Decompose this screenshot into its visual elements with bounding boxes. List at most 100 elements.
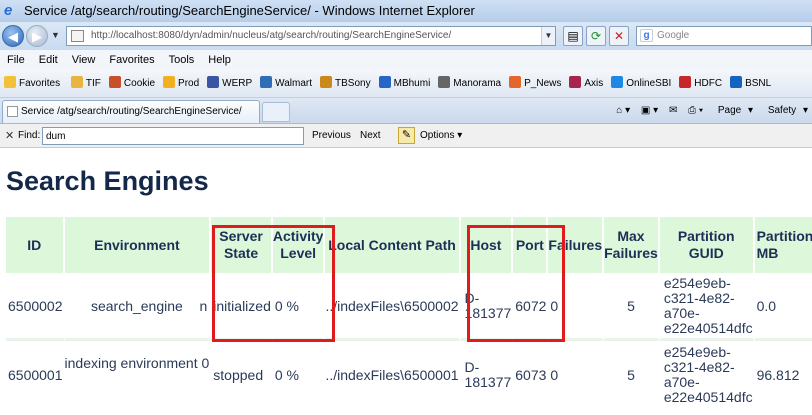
- refresh-icon[interactable]: ⟳: [586, 26, 606, 46]
- cell-local-content-path-text: ../indexFiles\6500001: [325, 367, 459, 383]
- cell-environment: indexing environment 0: [64, 341, 212, 409]
- search-input[interactable]: g Google: [636, 26, 812, 46]
- menu-edit[interactable]: Edit: [32, 50, 65, 70]
- favorite-label: Axis: [584, 78, 604, 89]
- favorite-label: P_News: [524, 78, 562, 89]
- favorite-icon: [509, 76, 522, 88]
- command-bar: ⌂ ▾ ▣ ▾ ✉ ⎙ ▾ Page ▾ Safety ▾: [612, 100, 812, 122]
- cell-activity-level: 0 %: [272, 341, 326, 409]
- cell-partition-mb: 0.0: [754, 273, 812, 341]
- cell-environment-text: search_engine: [90, 297, 183, 314]
- table-row: 6500002 search_engine n initialized 0 % …: [6, 273, 812, 341]
- page-menu-button[interactable]: Page ▾: [710, 100, 757, 122]
- search-placeholder: Google: [657, 30, 690, 41]
- browser-tab[interactable]: Service /atg/search/routing/SearchEngine…: [2, 100, 260, 123]
- address-dropdown-icon[interactable]: ▼: [541, 27, 555, 45]
- new-tab-button[interactable]: [262, 102, 290, 122]
- cell-partition-mb: 96.812: [754, 341, 812, 409]
- favorite-link[interactable]: Cookie: [105, 70, 159, 97]
- favorite-link[interactable]: P_News: [505, 70, 565, 97]
- pencil-icon[interactable]: ✎: [398, 127, 415, 144]
- star-icon: [4, 76, 16, 88]
- find-previous-button[interactable]: Previous: [312, 124, 351, 147]
- window-title: Service /atg/search/routing/SearchEngine…: [24, 3, 475, 18]
- favorite-link[interactable]: Walmart: [256, 70, 316, 97]
- compatibility-view-icon[interactable]: ▤: [563, 26, 583, 46]
- column-header-max-failures: Max Failures: [604, 217, 660, 273]
- favorite-link[interactable]: TBSony: [316, 70, 375, 97]
- mail-icon[interactable]: ✉: [665, 100, 681, 122]
- history-dropdown-icon[interactable]: ▼: [51, 30, 60, 40]
- menu-favorites[interactable]: Favorites: [102, 50, 161, 70]
- menu-view[interactable]: View: [65, 50, 103, 70]
- cell-local-content-path: ../indexFiles\6500001: [325, 341, 461, 409]
- favorite-label: MBhumi: [393, 78, 431, 89]
- find-next-button[interactable]: Next: [360, 124, 381, 147]
- find-label: Find:: [18, 130, 41, 141]
- favorite-icon: [320, 76, 333, 88]
- tab-label: Service /atg/search/routing/SearchEngine…: [21, 106, 242, 117]
- safety-menu-label: Safety: [767, 105, 797, 116]
- close-find-icon[interactable]: ✕: [5, 124, 14, 147]
- feeds-icon[interactable]: ▣ ▾: [637, 100, 662, 122]
- find-input[interactable]: [42, 127, 304, 145]
- cell-max-failures: 5: [604, 341, 660, 409]
- favorite-label: Prod: [178, 78, 200, 89]
- favorites-label: Favorites: [19, 78, 61, 89]
- page-icon: [71, 30, 84, 42]
- favorite-link[interactable]: Prod: [159, 70, 203, 97]
- page-content: Search Engines ID Environment Server Sta…: [0, 148, 812, 415]
- favorite-label: HDFC: [694, 78, 723, 89]
- back-button[interactable]: ◀: [2, 25, 24, 47]
- find-bar: ✕ Find: Previous Next ✎ Options ▾: [0, 124, 812, 148]
- cell-partition-guid: e254e9eb-c321-4e82-a70e-e22e40514dfc: [659, 341, 755, 409]
- forward-button[interactable]: ▶: [26, 25, 48, 47]
- column-header-id: ID: [6, 217, 65, 273]
- cell-activity-level: 0 %: [272, 273, 326, 341]
- favorite-link[interactable]: HDFC: [675, 70, 726, 97]
- tab-bar: Service /atg/search/routing/SearchEngine…: [0, 98, 812, 124]
- safety-menu-button[interactable]: Safety ▾: [760, 100, 812, 122]
- column-header-local-content-path: Local Content Path: [325, 217, 461, 273]
- stop-icon[interactable]: ✕: [609, 26, 629, 46]
- cell-local-content-path-text: ../indexFiles\6500002: [325, 297, 459, 314]
- favorites-button[interactable]: Favorites: [0, 70, 64, 97]
- cell-port: 6072: [513, 273, 549, 341]
- address-url: http://localhost:8080/dyn/admin/nucleus/…: [91, 30, 452, 41]
- address-input[interactable]: http://localhost:8080/dyn/admin/nucleus/…: [66, 26, 556, 46]
- favorite-link[interactable]: TIF: [67, 70, 105, 97]
- window-title-bar: e Service /atg/search/routing/SearchEngi…: [0, 0, 812, 22]
- page-menu-label: Page: [717, 105, 742, 116]
- favorite-icon: [438, 76, 451, 88]
- favorite-label: Manorama: [453, 78, 502, 89]
- find-options-label: Options: [420, 130, 455, 141]
- favorite-link[interactable]: Manorama: [434, 70, 505, 97]
- favorite-icon: [108, 76, 121, 88]
- favorite-icon: [163, 76, 176, 88]
- menu-bar: File Edit View Favorites Tools Help: [0, 50, 812, 70]
- cell-max-failures: 5: [604, 273, 660, 341]
- column-header-host: Host: [460, 217, 514, 273]
- menu-file[interactable]: File: [0, 50, 32, 70]
- cell-id: 6500001: [6, 341, 65, 409]
- home-icon[interactable]: ⌂ ▾: [612, 100, 634, 122]
- menu-help[interactable]: Help: [201, 50, 238, 70]
- address-toolbar: ◀ ▶ ▼ http://localhost:8080/dyn/admin/nu…: [0, 22, 812, 50]
- cell-server-state: initialized: [211, 273, 273, 341]
- column-header-failures: Failures: [548, 217, 605, 273]
- favorite-link[interactable]: MBhumi: [375, 70, 435, 97]
- favorites-bar: Favorites TIF Cookie Prod WERP Walmart TBSony…: [0, 70, 812, 98]
- favorite-link[interactable]: OnlineSBI: [607, 70, 675, 97]
- print-icon[interactable]: ⎙ ▾: [684, 100, 707, 122]
- column-header-port: Port: [513, 217, 549, 273]
- favorite-icon: [679, 76, 692, 88]
- find-options-button[interactable]: Options ▾: [420, 124, 462, 147]
- internet-explorer-icon: e: [4, 2, 13, 19]
- favorite-link[interactable]: BSNL: [726, 70, 775, 97]
- menu-tools[interactable]: Tools: [162, 50, 202, 70]
- table-row: 6500001 indexing environment 0 stopped 0…: [6, 341, 812, 409]
- column-header-server-state: Server State: [211, 217, 273, 273]
- favorite-link[interactable]: Axis: [565, 70, 607, 97]
- page-heading: Search Engines: [6, 166, 209, 196]
- favorite-link[interactable]: WERP: [203, 70, 256, 97]
